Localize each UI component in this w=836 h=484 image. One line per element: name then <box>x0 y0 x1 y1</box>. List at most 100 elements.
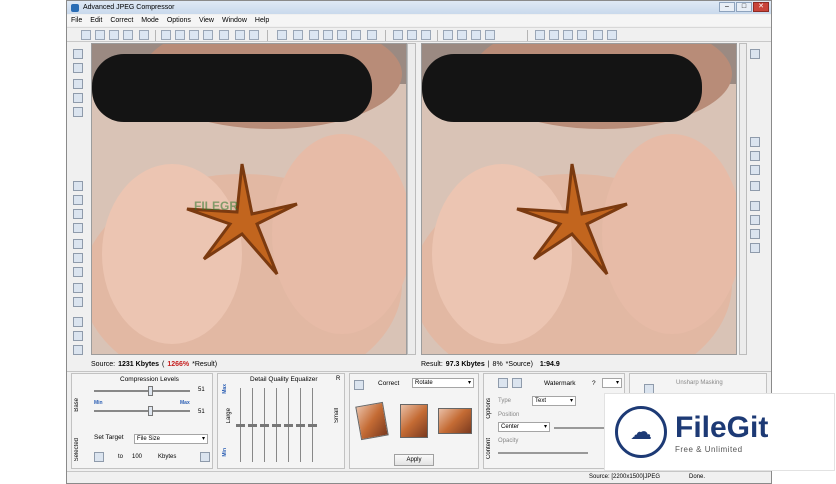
layout-1-icon[interactable] <box>535 30 545 40</box>
watermark-position-select[interactable]: Center <box>498 422 550 432</box>
tool-5-icon[interactable] <box>73 107 83 117</box>
save-dropdown-icon[interactable] <box>139 30 149 40</box>
menu-help[interactable]: Help <box>255 17 269 24</box>
save-icon[interactable] <box>123 30 133 40</box>
layout-4-icon[interactable] <box>577 30 587 40</box>
view-3-icon[interactable] <box>750 229 760 239</box>
tool-9-icon[interactable] <box>73 223 83 233</box>
tool-14-icon[interactable] <box>73 297 83 307</box>
selected-tab[interactable]: Selected <box>74 438 80 461</box>
compression-slider-1[interactable] <box>94 390 190 392</box>
rotate-left-preview[interactable] <box>355 401 389 441</box>
slider-1-thumb[interactable] <box>148 386 153 396</box>
menu-window[interactable]: Window <box>222 17 247 24</box>
target-value-input[interactable]: 100 <box>132 454 142 460</box>
compression-slider-2[interactable] <box>94 410 190 412</box>
resize-icon[interactable] <box>309 30 319 40</box>
tool-16-icon[interactable] <box>73 331 83 341</box>
opacity-slider[interactable] <box>498 452 588 454</box>
zoom-actual-icon[interactable] <box>750 165 760 175</box>
menu-correct[interactable]: Correct <box>110 17 133 24</box>
apply-button[interactable]: Apply <box>394 454 434 466</box>
watermark-content-tab[interactable]: Content <box>486 438 492 459</box>
compare-icon[interactable] <box>277 30 287 40</box>
tool-6-icon[interactable] <box>73 181 83 191</box>
watermark-image-icon[interactable] <box>512 378 522 388</box>
tool-7-icon[interactable] <box>73 195 83 205</box>
zoom-in-icon[interactable] <box>750 137 760 147</box>
view-1-icon[interactable] <box>750 201 760 211</box>
pan-icon[interactable] <box>421 30 431 40</box>
target-options-icon[interactable] <box>200 452 210 462</box>
base-tab[interactable]: Base <box>74 398 80 412</box>
layout-5-icon[interactable] <box>593 30 603 40</box>
watermark-options-tab[interactable]: Options <box>486 398 492 419</box>
tool-10-icon[interactable] <box>73 239 83 249</box>
batch-icon[interactable] <box>161 30 171 40</box>
tool-4-icon[interactable] <box>73 93 83 103</box>
view-4-icon[interactable] <box>750 243 760 253</box>
rotate-icon[interactable] <box>323 30 333 40</box>
hand-icon[interactable] <box>393 30 403 40</box>
tool-3-icon[interactable] <box>73 79 83 89</box>
result-scrollbar[interactable] <box>739 43 747 355</box>
reload-icon[interactable] <box>109 30 119 40</box>
open-folder-icon[interactable] <box>95 30 105 40</box>
source-scrollbar[interactable] <box>407 43 416 355</box>
crop-icon[interactable] <box>293 30 303 40</box>
menu-file[interactable]: File <box>71 17 82 24</box>
watermark-overlay: FILEGR <box>194 199 238 213</box>
pointer-icon[interactable] <box>407 30 417 40</box>
layout-3-icon[interactable] <box>563 30 573 40</box>
rotate-right-preview[interactable] <box>438 408 472 434</box>
settings-icon[interactable] <box>203 30 213 40</box>
layout-6-icon[interactable] <box>607 30 617 40</box>
equalizer-reset[interactable]: R <box>336 376 340 382</box>
navigator-icon[interactable] <box>750 181 760 191</box>
select-wand-icon[interactable] <box>485 30 495 40</box>
watermark-help[interactable]: ? <box>592 380 596 387</box>
help-icon[interactable] <box>249 30 259 40</box>
apply-target-icon[interactable] <box>94 452 104 462</box>
menu-options[interactable]: Options <box>167 17 191 24</box>
tool-11-icon[interactable] <box>73 253 83 263</box>
slider-2-thumb[interactable] <box>148 406 153 416</box>
tool-15-icon[interactable] <box>73 317 83 327</box>
layout-2-icon[interactable] <box>549 30 559 40</box>
rotate-flip-preview[interactable] <box>400 404 428 438</box>
select-rect-icon[interactable] <box>443 30 453 40</box>
open-icon[interactable] <box>81 30 91 40</box>
tool-12-icon[interactable] <box>73 267 83 277</box>
correct-mode-select[interactable]: Rotate <box>412 378 474 388</box>
select-ellipse-icon[interactable] <box>457 30 467 40</box>
tool-2-icon[interactable] <box>73 63 83 73</box>
tool-8-icon[interactable] <box>73 209 83 219</box>
menu-view[interactable]: View <box>199 17 214 24</box>
fit-icon[interactable] <box>750 151 760 161</box>
tool-13-icon[interactable] <box>73 283 83 293</box>
source-image-pane[interactable]: FILEGR <box>91 43 407 355</box>
pencil-icon[interactable] <box>73 345 83 355</box>
eq-thumbs[interactable] <box>236 424 318 427</box>
redeye-icon[interactable] <box>337 30 347 40</box>
watermark-type-select[interactable]: Text <box>532 396 576 406</box>
view-2-icon[interactable] <box>750 215 760 225</box>
menu-edit[interactable]: Edit <box>90 17 102 24</box>
close-button[interactable]: ✕ <box>753 2 769 12</box>
browse-icon[interactable] <box>175 30 185 40</box>
target-mode-select[interactable]: File Size <box>134 434 208 444</box>
zoom-icon[interactable] <box>219 30 229 40</box>
zoom-out-icon[interactable] <box>750 49 760 59</box>
watermark-preset-select[interactable] <box>602 378 622 388</box>
color-icon[interactable] <box>351 30 361 40</box>
watermark-enable-icon[interactable] <box>498 378 508 388</box>
menu-mode[interactable]: Mode <box>141 17 159 24</box>
tool-1-icon[interactable] <box>73 49 83 59</box>
result-image-pane[interactable] <box>421 43 737 355</box>
minimize-button[interactable]: – <box>719 2 735 12</box>
select-lasso-icon[interactable] <box>471 30 481 40</box>
web-icon[interactable] <box>189 30 199 40</box>
text-icon[interactable] <box>367 30 377 40</box>
info-icon[interactable] <box>235 30 245 40</box>
maximize-button[interactable]: □ <box>736 2 752 12</box>
